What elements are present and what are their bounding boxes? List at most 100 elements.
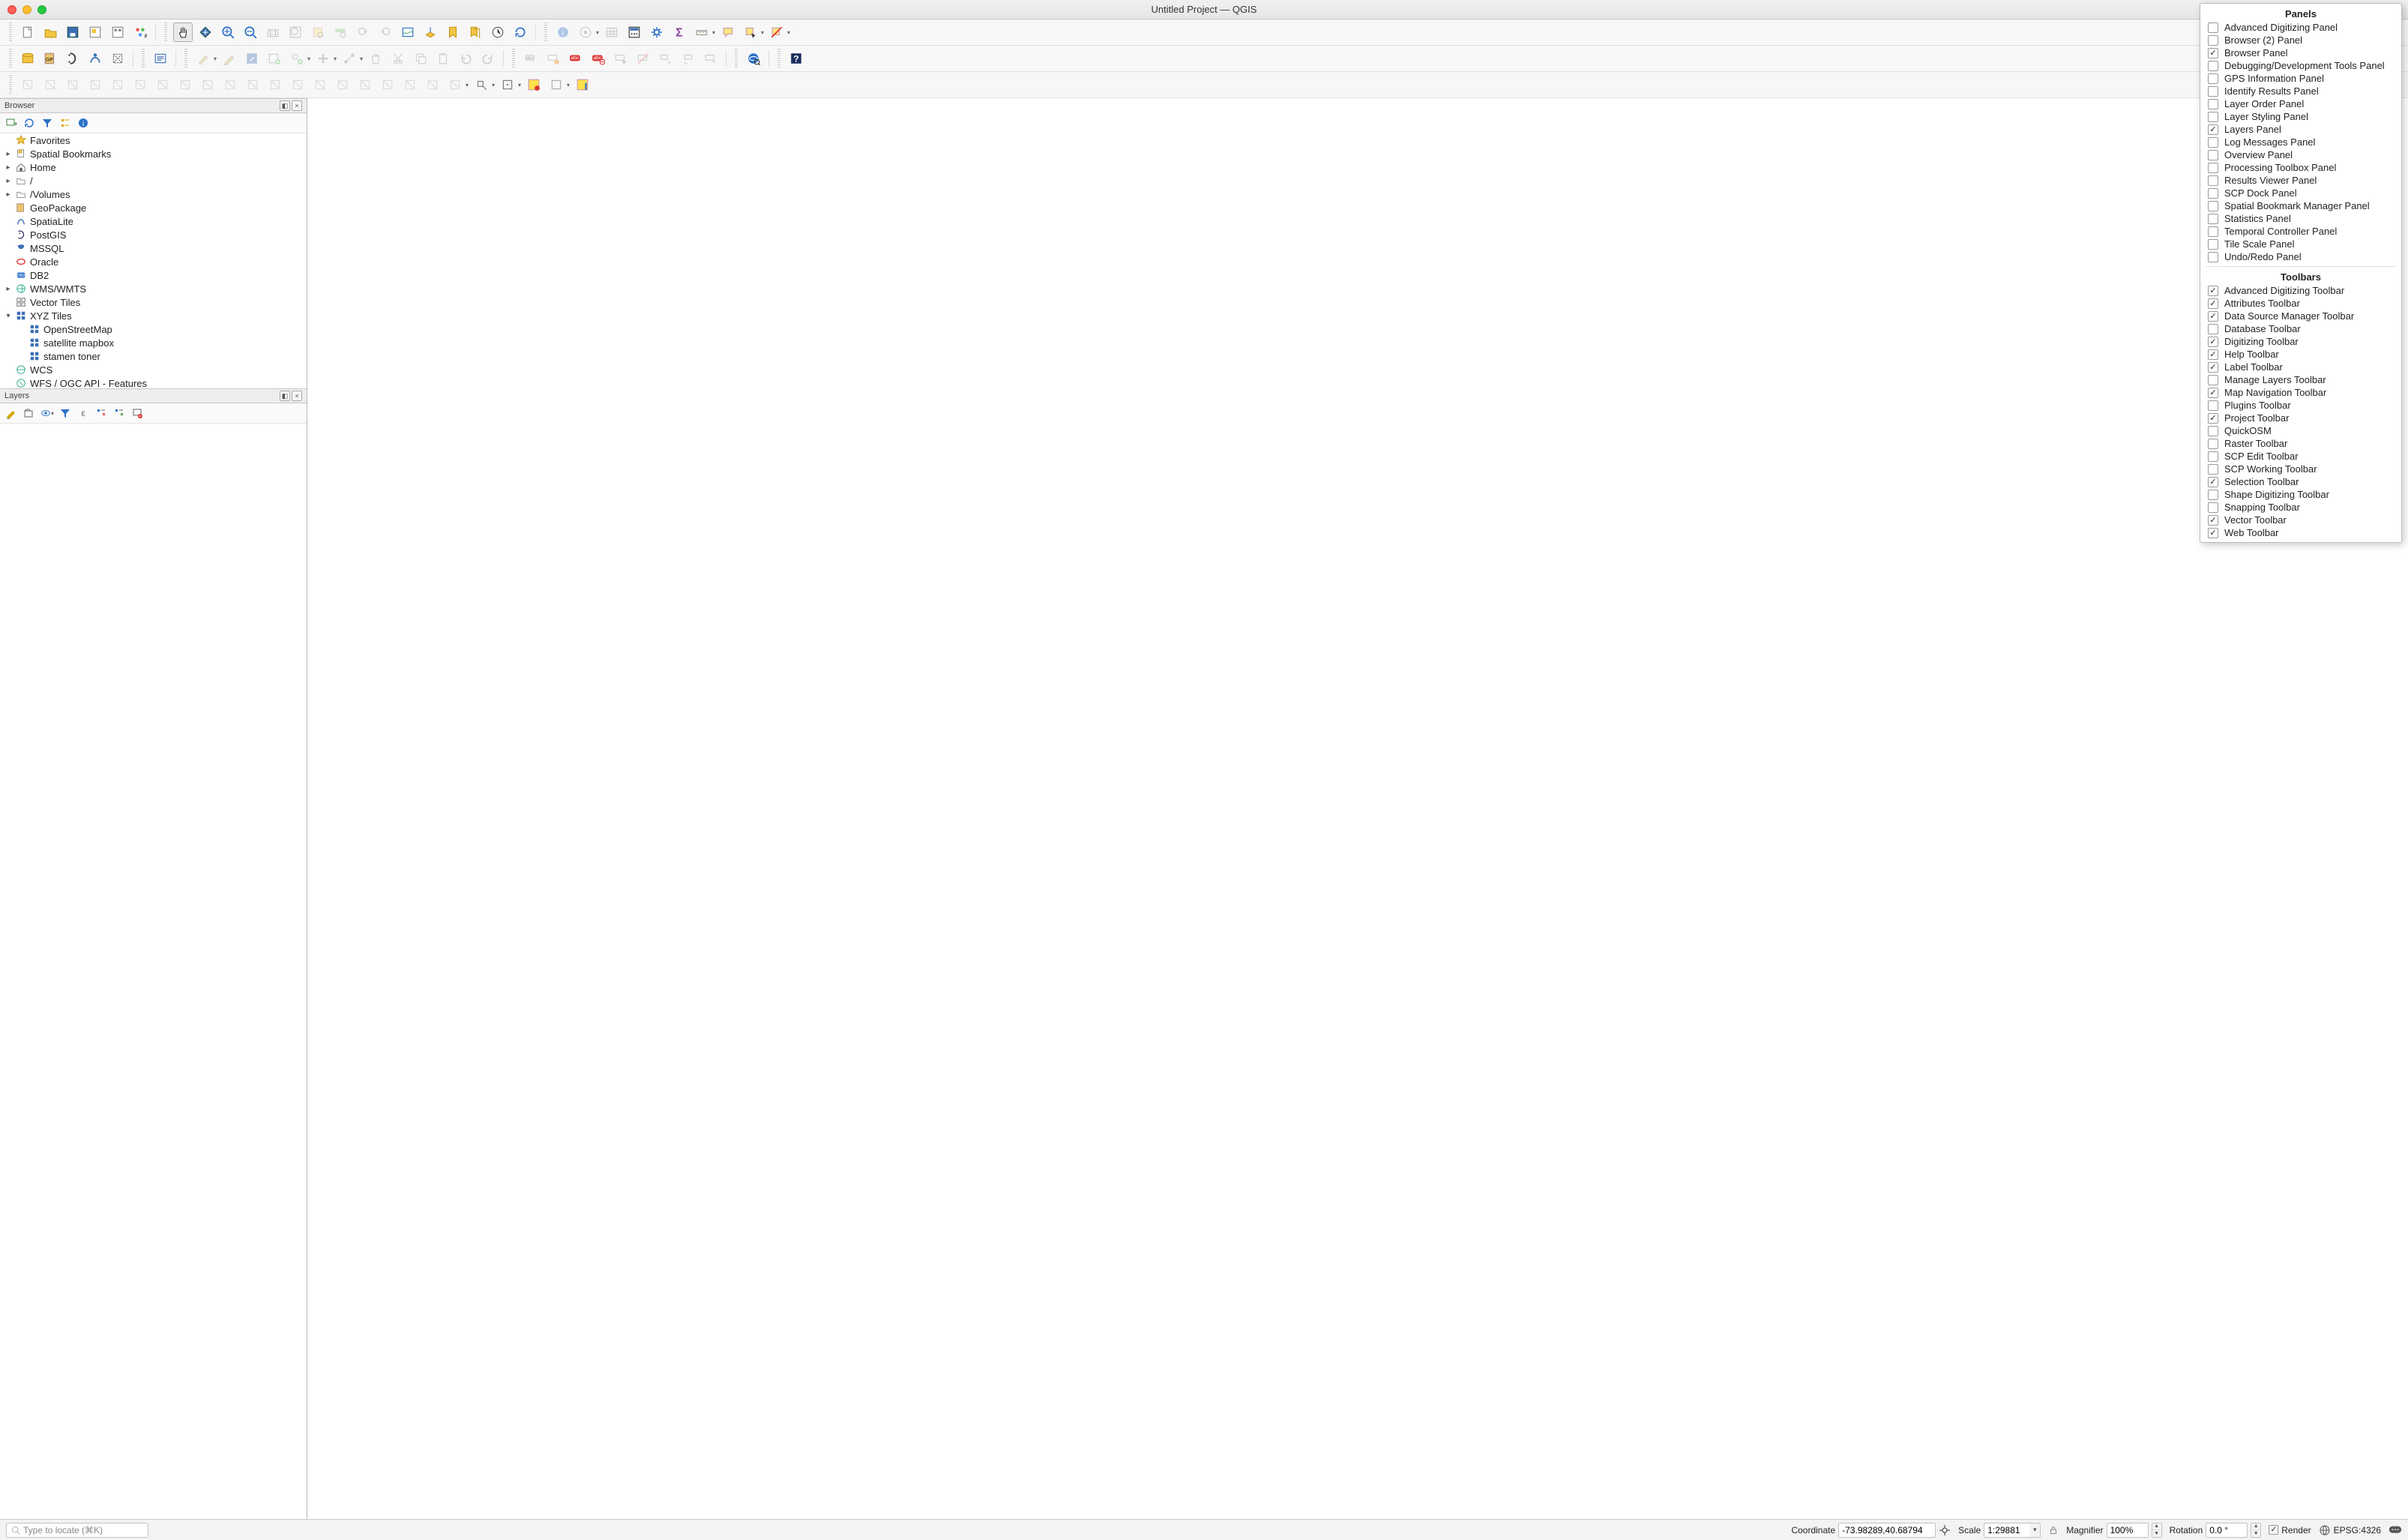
browser-tree[interactable]: Favorites▸Spatial Bookmarks▸Home▸/▸/Volu… — [0, 133, 307, 388]
adv-digit-19-icon[interactable] — [423, 75, 442, 94]
zoom-in-icon[interactable] — [218, 22, 238, 42]
adv-digit-pin2-icon[interactable] — [498, 75, 517, 94]
layers-expand-icon[interactable] — [94, 406, 108, 420]
popup-checkbox-item[interactable]: Undo/Redo Panel — [2200, 250, 2401, 263]
layers-visibility-icon[interactable]: ▾ — [40, 406, 54, 420]
popup-checkbox-item[interactable]: Overview Panel — [2200, 148, 2401, 161]
move-feature-icon[interactable] — [313, 49, 333, 68]
popup-checkbox-item[interactable]: ✓Map Navigation Toolbar — [2200, 386, 2401, 399]
current-edits-icon[interactable] — [193, 49, 213, 68]
popup-checkbox-item[interactable]: Statistics Panel — [2200, 212, 2401, 225]
delete-selected-icon[interactable] — [366, 49, 385, 68]
messages-icon[interactable] — [2389, 1525, 2402, 1536]
map-canvas[interactable] — [307, 98, 2408, 1519]
adv-digit-swatch1-icon[interactable] — [524, 75, 544, 94]
zoom-full-icon[interactable] — [286, 22, 305, 42]
browser-tree-item[interactable]: ▸/ — [0, 174, 307, 187]
new-shapefile-icon[interactable] — [63, 49, 82, 68]
browser-properties-icon[interactable]: i — [76, 116, 90, 130]
adv-digit-swatch2-icon[interactable] — [573, 75, 592, 94]
label-rotate-icon[interactable] — [678, 49, 698, 68]
redo-icon[interactable] — [478, 49, 498, 68]
new-3d-view-icon[interactable] — [421, 22, 440, 42]
layers-collapse-icon[interactable] — [112, 406, 126, 420]
new-project-icon[interactable] — [18, 22, 37, 42]
toolbox-icon[interactable] — [647, 22, 666, 42]
add-feature-icon[interactable] — [287, 49, 307, 68]
measure-icon[interactable] — [692, 22, 711, 42]
browser-undock-button[interactable]: ◧ — [280, 100, 290, 111]
coordinate-input[interactable] — [1838, 1523, 1936, 1538]
magnifier-spinner[interactable]: ▲▼ — [2152, 1523, 2162, 1538]
zoom-native-icon[interactable]: 1:1 — [263, 22, 283, 42]
browser-tree-item[interactable]: MSSQL — [0, 241, 307, 255]
popup-checkbox-item[interactable]: ✓Digitizing Toolbar — [2200, 335, 2401, 348]
layers-filter-legend-icon[interactable] — [58, 406, 72, 420]
quick-osm-icon[interactable] — [744, 49, 763, 68]
layers-tree[interactable] — [0, 424, 307, 1519]
browser-tree-item[interactable]: WCS — [0, 363, 307, 376]
adv-digit-7-icon[interactable] — [153, 75, 172, 94]
adv-digit-15-icon[interactable] — [333, 75, 352, 94]
label-abc-icon[interactable]: abc — [566, 49, 586, 68]
layers-expression-icon[interactable]: ε — [76, 406, 90, 420]
browser-tree-item[interactable]: ▾XYZ Tiles — [0, 309, 307, 322]
popup-checkbox-item[interactable]: GPS Information Panel — [2200, 72, 2401, 85]
browser-tree-item[interactable]: GeoPackage — [0, 201, 307, 214]
browser-tree-item[interactable]: OpenStreetMap — [0, 322, 307, 336]
adv-digit-swatch1-drop-icon[interactable] — [547, 75, 566, 94]
show-layout-manager-icon[interactable] — [108, 22, 127, 42]
open-project-icon[interactable] — [40, 22, 60, 42]
render-checkbox[interactable]: ✓ — [2269, 1525, 2278, 1535]
browser-tree-item[interactable]: DB2DB2 — [0, 268, 307, 282]
refresh-icon[interactable] — [511, 22, 530, 42]
label-diagram-icon[interactable] — [544, 49, 563, 68]
label-hide-icon[interactable] — [633, 49, 653, 68]
copy-features-icon[interactable] — [411, 49, 430, 68]
adv-digit-16-icon[interactable] — [355, 75, 375, 94]
temporal-controller-icon[interactable] — [488, 22, 508, 42]
rotation-input[interactable] — [2206, 1523, 2248, 1538]
popup-checkbox-item[interactable]: ✓Help Toolbar — [2200, 348, 2401, 361]
action-icon[interactable] — [576, 22, 595, 42]
label-move-icon[interactable] — [656, 49, 675, 68]
browser-refresh-icon[interactable] — [22, 116, 36, 130]
browser-tree-item[interactable]: ▸Home — [0, 160, 307, 174]
browser-add-layer-icon[interactable] — [4, 116, 18, 130]
save-edits-icon[interactable] — [242, 49, 262, 68]
layers-remove-icon[interactable] — [130, 406, 144, 420]
layers-add-group-icon[interactable] — [22, 406, 36, 420]
label-change-icon[interactable] — [701, 49, 720, 68]
layers-undock-button[interactable]: ◧ — [280, 391, 290, 401]
locator-input[interactable]: Type to locate (⌘K) — [6, 1523, 148, 1538]
new-virtual-layer-icon[interactable] — [108, 49, 127, 68]
zoom-layer-icon[interactable] — [331, 22, 350, 42]
popup-checkbox-item[interactable]: ✓Web Toolbar — [2200, 526, 2401, 539]
style-manager-icon[interactable]: a — [130, 22, 150, 42]
data-source-manager-icon[interactable] — [18, 49, 37, 68]
browser-tree-item[interactable]: SpatiaLite — [0, 214, 307, 228]
adv-digit-2-icon[interactable] — [40, 75, 60, 94]
label-pin-icon[interactable] — [611, 49, 630, 68]
browser-tree-item[interactable]: Vector Tiles — [0, 295, 307, 309]
browser-collapse-icon[interactable] — [58, 116, 72, 130]
vertex-tool-icon[interactable] — [340, 49, 359, 68]
layers-close-button[interactable]: × — [292, 391, 302, 401]
adv-digit-17-icon[interactable] — [378, 75, 397, 94]
adv-digit-18-icon[interactable] — [400, 75, 420, 94]
browser-tree-item[interactable]: Favorites — [0, 133, 307, 147]
popup-checkbox-item[interactable]: Plugins Toolbar — [2200, 399, 2401, 412]
popup-checkbox-item[interactable]: SCP Working Toolbar — [2200, 463, 2401, 475]
popup-checkbox-item[interactable]: Advanced Digitizing Panel — [2200, 21, 2401, 34]
label-abc-del-icon[interactable]: abc — [589, 49, 608, 68]
browser-tree-item[interactable]: PostGIS — [0, 228, 307, 241]
adv-digit-20-icon[interactable] — [445, 75, 465, 94]
popup-checkbox-item[interactable]: Manage Layers Toolbar — [2200, 373, 2401, 386]
toggle-editing-icon[interactable] — [220, 49, 239, 68]
popup-checkbox-item[interactable]: Database Toolbar — [2200, 322, 2401, 335]
open-attribute-table-icon[interactable] — [602, 22, 621, 42]
new-map-view-icon[interactable] — [398, 22, 418, 42]
select-features-icon[interactable] — [741, 22, 760, 42]
save-project-icon[interactable] — [63, 22, 82, 42]
rotation-spinner[interactable]: ▲▼ — [2251, 1523, 2261, 1538]
